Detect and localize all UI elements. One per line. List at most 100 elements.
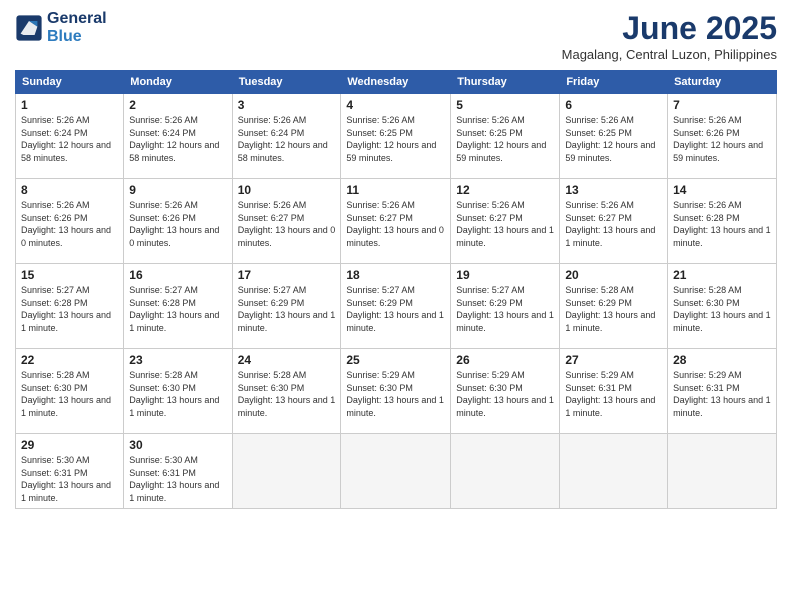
page-container: General Blue June 2025 Magalang, Central…: [0, 0, 792, 612]
day-info: Sunrise: 5:29 AM Sunset: 6:30 PM Dayligh…: [346, 369, 445, 419]
table-row: 14 Sunrise: 5:26 AM Sunset: 6:28 PM Dayl…: [668, 179, 777, 264]
day-info: Sunrise: 5:28 AM Sunset: 6:30 PM Dayligh…: [238, 369, 336, 419]
day-number: 17: [238, 268, 336, 282]
day-number: 6: [565, 98, 662, 112]
table-row: [451, 434, 560, 509]
day-info: Sunrise: 5:28 AM Sunset: 6:30 PM Dayligh…: [129, 369, 226, 419]
day-info: Sunrise: 5:29 AM Sunset: 6:31 PM Dayligh…: [565, 369, 662, 419]
day-info: Sunrise: 5:26 AM Sunset: 6:25 PM Dayligh…: [456, 114, 554, 164]
location: Magalang, Central Luzon, Philippines: [562, 47, 777, 62]
day-number: 28: [673, 353, 771, 367]
col-monday: Monday: [124, 71, 232, 94]
col-thursday: Thursday: [451, 71, 560, 94]
day-number: 24: [238, 353, 336, 367]
logo-general: General: [47, 10, 107, 27]
table-row: 20 Sunrise: 5:28 AM Sunset: 6:29 PM Dayl…: [560, 264, 668, 349]
table-row: 4 Sunrise: 5:26 AM Sunset: 6:25 PM Dayli…: [341, 94, 451, 179]
day-number: 3: [238, 98, 336, 112]
day-number: 1: [21, 98, 118, 112]
day-info: Sunrise: 5:27 AM Sunset: 6:29 PM Dayligh…: [238, 284, 336, 334]
col-tuesday: Tuesday: [232, 71, 341, 94]
table-row: 21 Sunrise: 5:28 AM Sunset: 6:30 PM Dayl…: [668, 264, 777, 349]
header: General Blue June 2025 Magalang, Central…: [15, 10, 777, 62]
day-number: 15: [21, 268, 118, 282]
day-info: Sunrise: 5:26 AM Sunset: 6:24 PM Dayligh…: [238, 114, 336, 164]
day-info: Sunrise: 5:26 AM Sunset: 6:27 PM Dayligh…: [346, 199, 445, 249]
table-row: 24 Sunrise: 5:28 AM Sunset: 6:30 PM Dayl…: [232, 349, 341, 434]
logo: General Blue: [15, 10, 107, 45]
day-number: 2: [129, 98, 226, 112]
day-info: Sunrise: 5:26 AM Sunset: 6:24 PM Dayligh…: [129, 114, 226, 164]
table-row: 25 Sunrise: 5:29 AM Sunset: 6:30 PM Dayl…: [341, 349, 451, 434]
day-info: Sunrise: 5:27 AM Sunset: 6:29 PM Dayligh…: [456, 284, 554, 334]
day-info: Sunrise: 5:26 AM Sunset: 6:27 PM Dayligh…: [565, 199, 662, 249]
day-info: Sunrise: 5:29 AM Sunset: 6:31 PM Dayligh…: [673, 369, 771, 419]
day-number: 10: [238, 183, 336, 197]
calendar-table: Sunday Monday Tuesday Wednesday Thursday…: [15, 70, 777, 509]
day-info: Sunrise: 5:26 AM Sunset: 6:26 PM Dayligh…: [673, 114, 771, 164]
day-number: 14: [673, 183, 771, 197]
day-number: 19: [456, 268, 554, 282]
day-number: 9: [129, 183, 226, 197]
table-row: 7 Sunrise: 5:26 AM Sunset: 6:26 PM Dayli…: [668, 94, 777, 179]
day-number: 7: [673, 98, 771, 112]
day-info: Sunrise: 5:26 AM Sunset: 6:28 PM Dayligh…: [673, 199, 771, 249]
day-number: 29: [21, 438, 118, 452]
day-info: Sunrise: 5:26 AM Sunset: 6:25 PM Dayligh…: [565, 114, 662, 164]
day-info: Sunrise: 5:27 AM Sunset: 6:29 PM Dayligh…: [346, 284, 445, 334]
table-row: 9 Sunrise: 5:26 AM Sunset: 6:26 PM Dayli…: [124, 179, 232, 264]
table-row: 26 Sunrise: 5:29 AM Sunset: 6:30 PM Dayl…: [451, 349, 560, 434]
table-row: 12 Sunrise: 5:26 AM Sunset: 6:27 PM Dayl…: [451, 179, 560, 264]
month-title: June 2025: [562, 10, 777, 47]
table-row: [560, 434, 668, 509]
table-row: [668, 434, 777, 509]
table-row: 10 Sunrise: 5:26 AM Sunset: 6:27 PM Dayl…: [232, 179, 341, 264]
table-row: 16 Sunrise: 5:27 AM Sunset: 6:28 PM Dayl…: [124, 264, 232, 349]
col-friday: Friday: [560, 71, 668, 94]
day-number: 11: [346, 183, 445, 197]
day-info: Sunrise: 5:26 AM Sunset: 6:27 PM Dayligh…: [238, 199, 336, 249]
day-number: 13: [565, 183, 662, 197]
day-info: Sunrise: 5:30 AM Sunset: 6:31 PM Dayligh…: [21, 454, 118, 504]
day-info: Sunrise: 5:27 AM Sunset: 6:28 PM Dayligh…: [21, 284, 118, 334]
table-row: [341, 434, 451, 509]
day-number: 4: [346, 98, 445, 112]
col-saturday: Saturday: [668, 71, 777, 94]
table-row: 13 Sunrise: 5:26 AM Sunset: 6:27 PM Dayl…: [560, 179, 668, 264]
day-info: Sunrise: 5:26 AM Sunset: 6:25 PM Dayligh…: [346, 114, 445, 164]
day-number: 21: [673, 268, 771, 282]
table-row: 6 Sunrise: 5:26 AM Sunset: 6:25 PM Dayli…: [560, 94, 668, 179]
day-info: Sunrise: 5:26 AM Sunset: 6:26 PM Dayligh…: [21, 199, 118, 249]
day-number: 18: [346, 268, 445, 282]
day-number: 30: [129, 438, 226, 452]
day-info: Sunrise: 5:29 AM Sunset: 6:30 PM Dayligh…: [456, 369, 554, 419]
table-row: 5 Sunrise: 5:26 AM Sunset: 6:25 PM Dayli…: [451, 94, 560, 179]
day-number: 22: [21, 353, 118, 367]
table-row: 22 Sunrise: 5:28 AM Sunset: 6:30 PM Dayl…: [16, 349, 124, 434]
logo-text: General Blue: [47, 10, 107, 45]
table-row: 28 Sunrise: 5:29 AM Sunset: 6:31 PM Dayl…: [668, 349, 777, 434]
title-section: June 2025 Magalang, Central Luzon, Phili…: [562, 10, 777, 62]
day-number: 5: [456, 98, 554, 112]
calendar-header-row: Sunday Monday Tuesday Wednesday Thursday…: [16, 71, 777, 94]
table-row: [232, 434, 341, 509]
table-row: 15 Sunrise: 5:27 AM Sunset: 6:28 PM Dayl…: [16, 264, 124, 349]
col-sunday: Sunday: [16, 71, 124, 94]
col-wednesday: Wednesday: [341, 71, 451, 94]
day-number: 12: [456, 183, 554, 197]
table-row: 19 Sunrise: 5:27 AM Sunset: 6:29 PM Dayl…: [451, 264, 560, 349]
day-number: 26: [456, 353, 554, 367]
day-info: Sunrise: 5:26 AM Sunset: 6:26 PM Dayligh…: [129, 199, 226, 249]
table-row: 23 Sunrise: 5:28 AM Sunset: 6:30 PM Dayl…: [124, 349, 232, 434]
day-info: Sunrise: 5:26 AM Sunset: 6:24 PM Dayligh…: [21, 114, 118, 164]
day-info: Sunrise: 5:28 AM Sunset: 6:30 PM Dayligh…: [673, 284, 771, 334]
day-number: 20: [565, 268, 662, 282]
logo-icon: [15, 14, 43, 42]
day-info: Sunrise: 5:30 AM Sunset: 6:31 PM Dayligh…: [129, 454, 226, 504]
day-number: 23: [129, 353, 226, 367]
day-number: 8: [21, 183, 118, 197]
table-row: 27 Sunrise: 5:29 AM Sunset: 6:31 PM Dayl…: [560, 349, 668, 434]
day-info: Sunrise: 5:27 AM Sunset: 6:28 PM Dayligh…: [129, 284, 226, 334]
table-row: 30 Sunrise: 5:30 AM Sunset: 6:31 PM Dayl…: [124, 434, 232, 509]
table-row: 11 Sunrise: 5:26 AM Sunset: 6:27 PM Dayl…: [341, 179, 451, 264]
